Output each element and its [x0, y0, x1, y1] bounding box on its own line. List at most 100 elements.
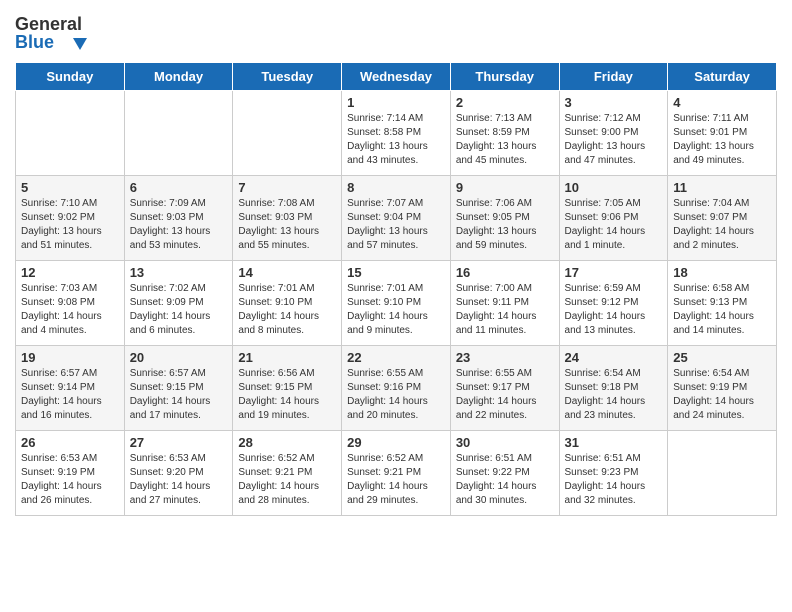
svg-text:General: General — [15, 14, 82, 34]
calendar-day-cell: 23 Sunrise: 6:55 AMSunset: 9:17 PMDayligh… — [450, 346, 559, 431]
day-of-week-header: Tuesday — [233, 63, 342, 91]
svg-text:Blue: Blue — [15, 32, 54, 52]
calendar-day-cell: 3Sunrise: 7:12 AMSunset: 9:00 PMDaylight… — [559, 91, 668, 176]
calendar-day-cell: 26 Sunrise: 6:53 AMSunset: 9:19 PMDayligh… — [16, 431, 125, 516]
calendar-day-cell: 22 Sunrise: 6:55 AMSunset: 9:16 PMDayligh… — [342, 346, 451, 431]
day-header-row: SundayMondayTuesdayWednesdayThursdayFrid… — [16, 63, 777, 91]
day-info: Sunrise: 7:04 AMSunset: 9:07 PMDaylight:… — [673, 197, 771, 253]
calendar-day-cell: 29 Sunrise: 6:52 AMSunset: 9:21 PMDayligh… — [342, 431, 451, 516]
day-info: Sunrise: 6:51 AMSunset: 9:23 PMDaylight:… — [565, 452, 663, 508]
day-info: Sunrise: 7:00 AMSunset: 9:11 PMDaylight:… — [456, 282, 554, 338]
day-info: Sunrise: 7:03 AMSunset: 9:08 PMDaylight:… — [21, 282, 119, 338]
logo-svg: GeneralBlue — [15, 10, 95, 54]
calendar-day-cell: 25 Sunrise: 6:54 AMSunset: 9:19 PMDayligh… — [668, 346, 777, 431]
day-info: Sunrise: 6:53 AMSunset: 9:19 PMDaylight:… — [21, 452, 119, 508]
day-number: 30 — [456, 435, 554, 450]
calendar-day-cell: 8 Sunrise: 7:07 AMSunset: 9:04 PMDaylight… — [342, 176, 451, 261]
day-number: 13 — [130, 265, 228, 280]
day-info: Sunrise: 7:13 AMSunset: 8:59 PMDaylight:… — [456, 112, 554, 168]
calendar-week-row: 26 Sunrise: 6:53 AMSunset: 9:19 PMDayligh… — [16, 431, 777, 516]
calendar-day-cell: 16 Sunrise: 7:00 AMSunset: 9:11 PMDayligh… — [450, 261, 559, 346]
calendar-day-cell: 17Sunrise: 6:59 AMSunset: 9:12 PMDayligh… — [559, 261, 668, 346]
calendar-day-cell: 11 Sunrise: 7:04 AMSunset: 9:07 PMDayligh… — [668, 176, 777, 261]
calendar-day-cell: 9Sunrise: 7:06 AMSunset: 9:05 PMDaylight… — [450, 176, 559, 261]
day-number: 8 — [347, 180, 445, 195]
calendar-day-cell: 7Sunrise: 7:08 AMSunset: 9:03 PMDaylight… — [233, 176, 342, 261]
day-number: 4 — [673, 95, 771, 110]
day-info: Sunrise: 7:10 AMSunset: 9:02 PMDaylight:… — [21, 197, 119, 253]
day-of-week-header: Friday — [559, 63, 668, 91]
day-info: Sunrise: 7:06 AMSunset: 9:05 PMDaylight:… — [456, 197, 554, 253]
calendar-day-cell: 19Sunrise: 6:57 AMSunset: 9:14 PMDayligh… — [16, 346, 125, 431]
calendar-day-cell: 1 Sunrise: 7:14 AMSunset: 8:58 PMDaylight… — [342, 91, 451, 176]
day-info: Sunrise: 6:51 AMSunset: 9:22 PMDaylight:… — [456, 452, 554, 508]
calendar-day-cell: 20 Sunrise: 6:57 AMSunset: 9:15 PMDayligh… — [124, 346, 233, 431]
calendar-day-cell: 6 Sunrise: 7:09 AMSunset: 9:03 PMDaylight… — [124, 176, 233, 261]
day-number: 27 — [130, 435, 228, 450]
day-number: 10 — [565, 180, 663, 195]
day-of-week-header: Wednesday — [342, 63, 451, 91]
calendar-week-row: 12 Sunrise: 7:03 AMSunset: 9:08 PMDayligh… — [16, 261, 777, 346]
calendar-day-cell: 24 Sunrise: 6:54 AMSunset: 9:18 PMDayligh… — [559, 346, 668, 431]
day-number: 23 — [456, 350, 554, 365]
calendar-day-cell: 31 Sunrise: 6:51 AMSunset: 9:23 PMDayligh… — [559, 431, 668, 516]
day-number: 1 — [347, 95, 445, 110]
calendar-day-cell: 10 Sunrise: 7:05 AMSunset: 9:06 PMDayligh… — [559, 176, 668, 261]
day-info: Sunrise: 7:02 AMSunset: 9:09 PMDaylight:… — [130, 282, 228, 338]
day-number: 15 — [347, 265, 445, 280]
day-info: Sunrise: 6:58 AMSunset: 9:13 PMDaylight:… — [673, 282, 771, 338]
day-info: Sunrise: 7:01 AMSunset: 9:10 PMDaylight:… — [238, 282, 336, 338]
day-info: Sunrise: 6:54 AMSunset: 9:19 PMDaylight:… — [673, 367, 771, 423]
calendar-day-cell: 15 Sunrise: 7:01 AMSunset: 9:10 PMDayligh… — [342, 261, 451, 346]
main-container: GeneralBlue SundayMondayTuesdayWednesday… — [0, 0, 792, 526]
calendar-day-cell — [233, 91, 342, 176]
calendar-day-cell — [124, 91, 233, 176]
day-number: 2 — [456, 95, 554, 110]
day-info: Sunrise: 7:12 AMSunset: 9:00 PMDaylight:… — [565, 112, 663, 168]
day-number: 18 — [673, 265, 771, 280]
day-number: 22 — [347, 350, 445, 365]
day-info: Sunrise: 6:52 AMSunset: 9:21 PMDaylight:… — [347, 452, 445, 508]
day-number: 6 — [130, 180, 228, 195]
calendar-day-cell: 5Sunrise: 7:10 AMSunset: 9:02 PMDaylight… — [16, 176, 125, 261]
day-number: 24 — [565, 350, 663, 365]
calendar-week-row: 5Sunrise: 7:10 AMSunset: 9:02 PMDaylight… — [16, 176, 777, 261]
day-info: Sunrise: 6:55 AMSunset: 9:17 PMDaylight:… — [456, 367, 554, 423]
logo: GeneralBlue — [15, 10, 95, 54]
day-info: Sunrise: 7:14 AMSunset: 8:58 PMDaylight:… — [347, 112, 445, 168]
day-number: 11 — [673, 180, 771, 195]
day-number: 25 — [673, 350, 771, 365]
day-of-week-header: Monday — [124, 63, 233, 91]
day-info: Sunrise: 7:09 AMSunset: 9:03 PMDaylight:… — [130, 197, 228, 253]
calendar-day-cell: 2 Sunrise: 7:13 AMSunset: 8:59 PMDaylight… — [450, 91, 559, 176]
day-number: 28 — [238, 435, 336, 450]
day-number: 19 — [21, 350, 119, 365]
day-info: Sunrise: 7:07 AMSunset: 9:04 PMDaylight:… — [347, 197, 445, 253]
day-info: Sunrise: 6:57 AMSunset: 9:15 PMDaylight:… — [130, 367, 228, 423]
calendar-day-cell: 28 Sunrise: 6:52 AMSunset: 9:21 PMDayligh… — [233, 431, 342, 516]
day-info: Sunrise: 7:05 AMSunset: 9:06 PMDaylight:… — [565, 197, 663, 253]
calendar-week-row: 19Sunrise: 6:57 AMSunset: 9:14 PMDayligh… — [16, 346, 777, 431]
calendar-day-cell: 21Sunrise: 6:56 AMSunset: 9:15 PMDayligh… — [233, 346, 342, 431]
calendar-day-cell — [668, 431, 777, 516]
day-info: Sunrise: 7:01 AMSunset: 9:10 PMDaylight:… — [347, 282, 445, 338]
day-info: Sunrise: 6:55 AMSunset: 9:16 PMDaylight:… — [347, 367, 445, 423]
day-number: 14 — [238, 265, 336, 280]
day-number: 31 — [565, 435, 663, 450]
calendar-day-cell: 14 Sunrise: 7:01 AMSunset: 9:10 PMDayligh… — [233, 261, 342, 346]
calendar-day-cell: 30 Sunrise: 6:51 AMSunset: 9:22 PMDayligh… — [450, 431, 559, 516]
calendar-header: SundayMondayTuesdayWednesdayThursdayFrid… — [16, 63, 777, 91]
day-number: 16 — [456, 265, 554, 280]
calendar-day-cell: 18 Sunrise: 6:58 AMSunset: 9:13 PMDayligh… — [668, 261, 777, 346]
calendar-week-row: 1 Sunrise: 7:14 AMSunset: 8:58 PMDaylight… — [16, 91, 777, 176]
day-number: 26 — [21, 435, 119, 450]
day-info: Sunrise: 7:11 AMSunset: 9:01 PMDaylight:… — [673, 112, 771, 168]
day-number: 12 — [21, 265, 119, 280]
day-number: 29 — [347, 435, 445, 450]
calendar-day-cell: 13 Sunrise: 7:02 AMSunset: 9:09 PMDayligh… — [124, 261, 233, 346]
day-info: Sunrise: 6:52 AMSunset: 9:21 PMDaylight:… — [238, 452, 336, 508]
day-number: 20 — [130, 350, 228, 365]
day-of-week-header: Saturday — [668, 63, 777, 91]
day-info: Sunrise: 6:54 AMSunset: 9:18 PMDaylight:… — [565, 367, 663, 423]
day-of-week-header: Sunday — [16, 63, 125, 91]
